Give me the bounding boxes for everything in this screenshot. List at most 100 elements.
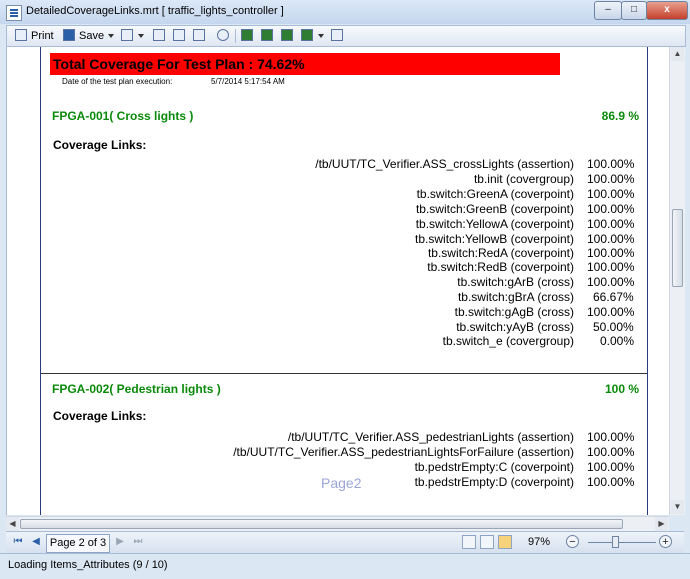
last-page-icon[interactable]: ⏭ [132,536,144,548]
title-bar: DetailedCoverageLinks.mrt [ traffic_ligh… [0,0,690,24]
date-value: 5/7/2014 5:17:54 AM [211,77,285,86]
coverage-link-row: tb.switch:RedB (coverpoint) 100.00% [41,260,647,275]
view-dropdown-icon[interactable] [318,34,324,38]
page-setup-icon[interactable] [153,29,165,41]
coverage-link-row: tb.switch:YellowA (coverpoint) 100.00% [41,217,647,232]
app-icon [6,5,22,21]
link-value: 50.00% [593,320,634,334]
coverage-link-row: tb.switch:gBrA (cross) 66.67% [41,290,647,305]
link-name: tb.switch_e (covergroup) [442,334,574,348]
total-coverage-text: Total Coverage For Test Plan : 74.62% [53,56,305,72]
first-page-icon[interactable]: ⏮ [12,536,24,548]
coverage-link-row: tb.switch:gAgB (cross) 100.00% [41,305,647,320]
maximize-button[interactable]: □ [621,1,647,20]
scroll-down-icon[interactable]: ▼ [671,500,684,514]
link-name: tb.switch:GreenB (coverpoint) [415,202,574,216]
two-page-icon[interactable] [261,29,273,41]
report-viewport[interactable]: Total Coverage For Test Plan : 74.62% Da… [6,47,670,515]
link-name: /tb/UUT/TC_Verifier.ASS_pedestrianLights… [233,445,574,459]
link-value: 100.00% [587,430,635,444]
link-value: 100.00% [587,232,635,246]
link-name: tb.init (covergroup) [473,172,574,186]
page-watermark: Page2 [321,475,362,491]
single-page-view-icon[interactable] [462,535,476,549]
link-name: tb.switch:yAyB (cross) [456,320,574,334]
section-divider [41,373,647,374]
link-name: tb.switch:gBrA (cross) [457,290,574,304]
link-name: /tb/UUT/TC_Verifier.ASS_crossLights (ass… [315,157,574,171]
minimize-button[interactable]: – [594,1,622,20]
section-title: FPGA-001( Cross lights ) [52,109,194,123]
save-dropdown-icon[interactable] [108,34,114,38]
coverage-link-row: tb.switch:GreenB (coverpoint) 100.00% [41,202,647,217]
total-coverage-banner: Total Coverage For Test Plan : 74.62% [50,53,560,75]
zoom-in-button[interactable]: + [659,535,672,548]
coverage-link-row: tb.init (covergroup) 100.00% [41,172,647,187]
coverage-link-row: tb.switch:yAyB (cross) 50.00% [41,320,647,335]
horizontal-scroll-thumb[interactable] [20,519,623,529]
previous-page-icon[interactable]: ◀ [30,536,42,548]
vertical-scrollbar[interactable]: ▲ ▼ [669,47,685,515]
table-of-contents-icon[interactable] [193,29,205,41]
export-icon[interactable] [121,29,133,41]
coverage-link-row: /tb/UUT/TC_Verifier.ASS_pedestrianLights… [41,430,647,445]
print-icon [15,29,27,41]
page-indicator[interactable]: Page 2 of 3 [46,534,110,553]
link-value: 100.00% [587,172,635,186]
scroll-right-icon[interactable]: ▶ [655,517,668,531]
coverage-link-row: tb.switch_e (covergroup) 0.00% [41,334,647,349]
coverage-link-row: /tb/UUT/TC_Verifier.ASS_pedestrianLights… [41,445,647,460]
coverage-link-row: tb.switch:RedA (coverpoint) 100.00% [41,246,647,261]
vertical-scroll-thumb[interactable] [672,209,683,287]
coverage-link-row: /tb/UUT/TC_Verifier.ASS_crossLights (ass… [41,157,647,172]
scroll-up-icon[interactable]: ▲ [671,47,684,61]
save-icon [63,29,75,41]
link-value: 100.00% [587,157,635,171]
link-name: tb.switch:RedA (coverpoint) [427,246,574,260]
coverage-links-header: Coverage Links: [53,409,147,423]
report-page: Total Coverage For Test Plan : 74.62% Da… [40,47,648,515]
scroll-left-icon[interactable]: ◀ [6,517,19,531]
link-name: tb.switch:RedB (coverpoint) [427,260,574,274]
link-value: 100.00% [587,475,635,489]
link-value: 100.00% [587,187,635,201]
coverage-link-row: tb.pedstrEmpty:C (coverpoint) 100.00% [41,460,647,475]
link-name: tb.pedstrEmpty:D (coverpoint) [414,475,574,489]
section-percent: 86.9 % [601,109,639,123]
send-email-icon[interactable] [331,29,343,41]
section-percent: 100 % [604,382,639,396]
export-dropdown-icon[interactable] [138,34,144,38]
zoom-slider-track[interactable] [588,542,656,543]
link-name: tb.switch:GreenA (coverpoint) [416,187,574,201]
continuous-view-icon[interactable] [480,535,494,549]
link-value: 100.00% [587,246,635,260]
link-name: /tb/UUT/TC_Verifier.ASS_pedestrianLights… [287,430,574,444]
link-name: tb.pedstrEmpty:C (coverpoint) [414,460,574,474]
coverage-links-header: Coverage Links: [53,138,147,152]
multi-page-icon[interactable] [281,29,293,41]
zoom-slider-thumb[interactable] [612,536,619,548]
link-value: 66.67% [593,290,634,304]
multi-page-view-icon[interactable] [498,535,512,549]
full-screen-icon[interactable] [301,29,313,41]
section-title: FPGA-002( Pedestrian lights ) [52,382,221,396]
help-icon[interactable] [173,29,185,41]
link-name: tb.switch:YellowB (coverpoint) [415,232,574,246]
toolbar-separator [235,29,236,43]
navigation-bar: ⏮ ◀ Page 2 of 3 ▶ ⏭ 97% − + [6,531,684,554]
coverage-link-row: tb.switch:GreenA (coverpoint) 100.00% [41,187,647,202]
next-page-icon[interactable]: ▶ [114,536,126,548]
zoom-out-button[interactable]: − [566,535,579,548]
link-value: 100.00% [587,202,635,216]
link-name: tb.switch:YellowA (coverpoint) [415,217,574,231]
window-title: DetailedCoverageLinks.mrt [ traffic_ligh… [26,5,284,17]
coverage-link-row: tb.switch:YellowB (coverpoint) 100.00% [41,232,647,247]
close-button[interactable]: x [646,1,688,20]
coverage-link-row: tb.switch:gArB (cross) 100.00% [41,275,647,290]
single-page-icon[interactable] [241,29,253,41]
find-icon[interactable] [217,29,229,41]
print-button[interactable]: Print [31,28,54,44]
link-name: tb.switch:gArB (cross) [457,275,574,289]
save-button[interactable]: Save [79,28,104,44]
horizontal-scrollbar[interactable]: ◀ ▶ [6,516,669,531]
